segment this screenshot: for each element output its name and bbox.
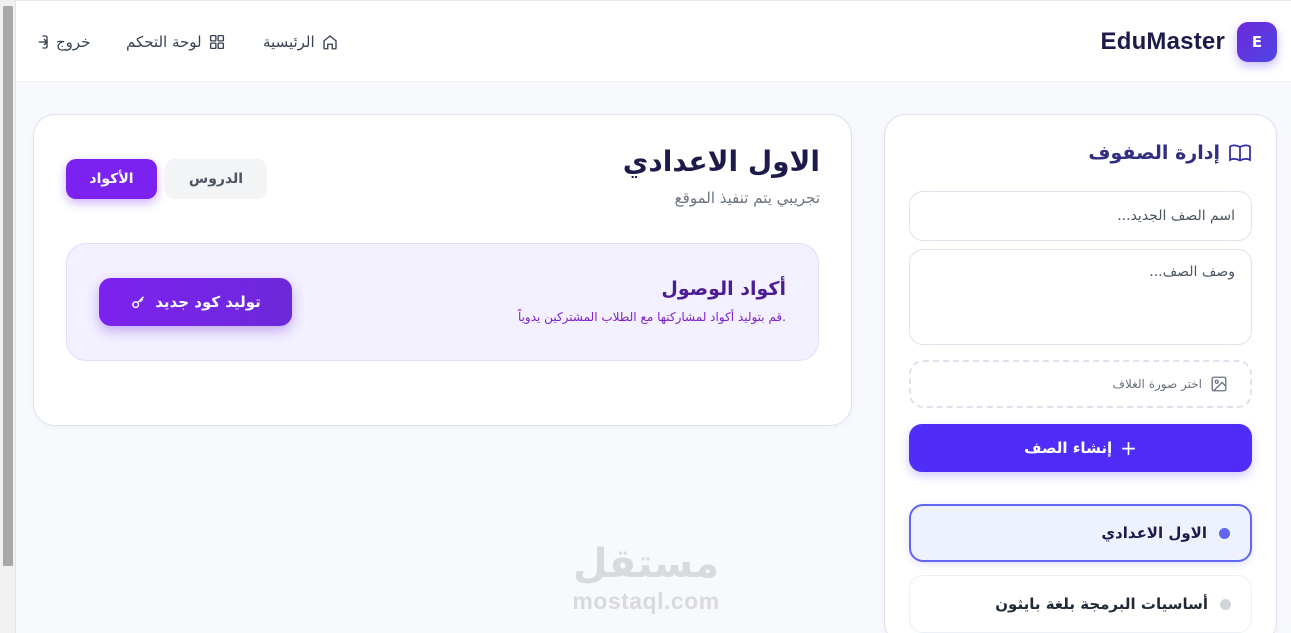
class-name-input[interactable] (909, 191, 1252, 241)
grid-icon (209, 34, 224, 50)
brand[interactable]: E EduMaster (1100, 21, 1277, 62)
class-list-item[interactable]: أساسيات البرمجة بلغة بايثون (909, 575, 1252, 633)
class-list-item-label: الاول الاعدادي (1101, 524, 1207, 542)
cover-image-picker[interactable]: اختر صورة الغلاف (909, 360, 1252, 408)
tab-lessons[interactable]: الدروس (165, 159, 267, 199)
generate-code-button[interactable]: توليد كود جديد (99, 278, 292, 326)
nav-logout[interactable]: خروج (32, 29, 90, 55)
brand-name: EduMaster (1100, 27, 1225, 55)
create-class-label: إنشاء الصف (1024, 439, 1113, 457)
nav-dashboard-label: لوحة التحكم (126, 33, 202, 51)
book-open-icon (1229, 144, 1251, 162)
plus-icon: + (1120, 436, 1137, 460)
cover-image-label: اختر صورة الغلاف (1112, 377, 1202, 391)
nav-dashboard[interactable]: لوحة التحكم (126, 29, 226, 55)
class-list-item[interactable]: الاول الاعدادي (909, 504, 1252, 562)
nav-logout-label: خروج (56, 33, 91, 51)
generate-code-label: توليد كود جديد (155, 293, 261, 311)
top-header: E EduMaster خروج لوحة التحكم الرئيسية (16, 0, 1291, 82)
access-codes-panel: أكواد الوصول قم بتوليد أكواد لمشاركتها م… (66, 243, 819, 361)
class-title: الاول الاعدادي (622, 145, 820, 178)
page: E EduMaster خروج لوحة التحكم الرئيسية ال… (16, 0, 1291, 633)
access-codes-description: قم بتوليد أكواد لمشاركتها مع الطلاب المش… (517, 310, 786, 324)
watermark-arabic: مستقل (572, 541, 720, 587)
logout-icon (38, 35, 48, 49)
watermark-logo: مستقل mostaql.com (561, 540, 731, 614)
home-icon (322, 35, 337, 50)
class-description-input[interactable] (909, 249, 1252, 345)
image-icon (1211, 376, 1227, 392)
scrollbar-thumb[interactable] (3, 6, 13, 566)
brand-logo: E (1237, 21, 1277, 62)
class-management-title: إدارة الصفوف (1088, 141, 1252, 165)
class-subtitle: تجريبي يتم تنفيذ الموقع (674, 189, 820, 207)
class-status-dot (1219, 527, 1230, 539)
key-icon (132, 295, 145, 308)
class-list-item-label: أساسيات البرمجة بلغة بايثون (995, 595, 1208, 613)
create-class-button[interactable]: + إنشاء الصف (909, 424, 1252, 472)
class-detail-card: الاول الاعدادي تجريبي يتم تنفيذ الموقع ا… (33, 114, 852, 426)
browser-scrollbar[interactable] (0, 0, 16, 633)
class-management-card: إدارة الصفوف اختر صورة الغلاف + إنشاء ال… (884, 114, 1277, 633)
class-management-title-text: إدارة الصفوف (1088, 142, 1220, 164)
nav-home[interactable]: الرئيسية (263, 29, 339, 55)
watermark-latin: mostaql.com (572, 588, 720, 614)
tab-codes[interactable]: الأكواد (66, 159, 157, 199)
nav-home-label: الرئيسية (263, 33, 315, 51)
class-status-dot (1220, 598, 1231, 610)
access-codes-title: أكواد الوصول (661, 278, 786, 300)
